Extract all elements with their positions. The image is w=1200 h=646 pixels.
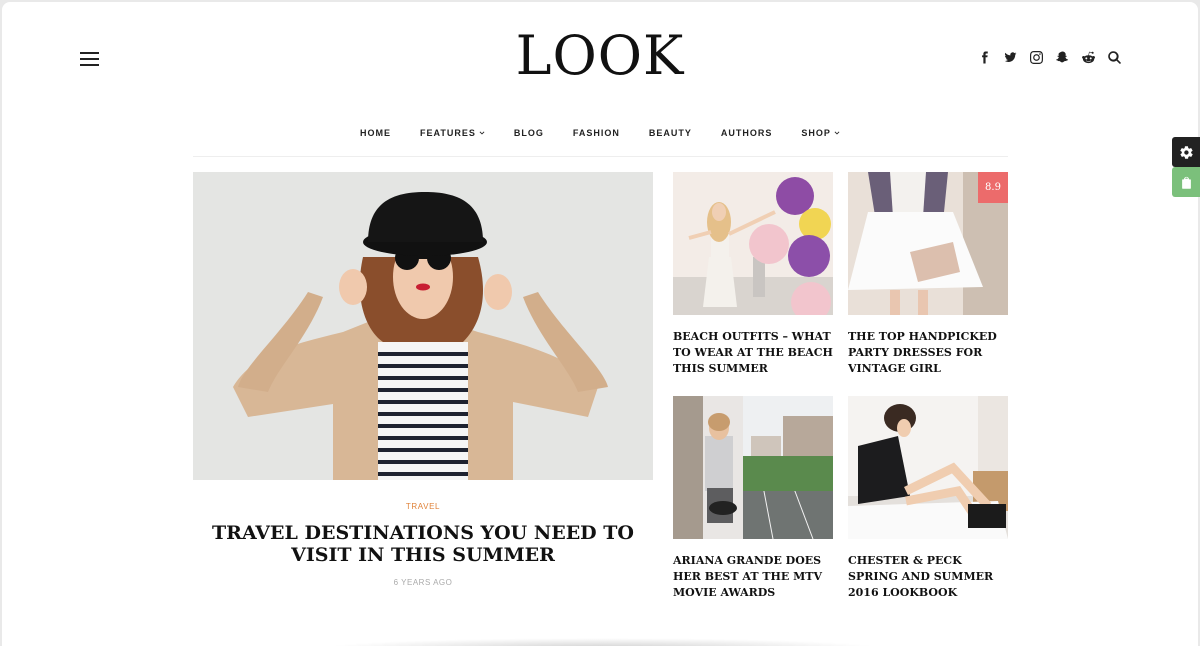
nav-item-label: AUTHORS: [720, 128, 773, 138]
social-icons: [977, 50, 1122, 65]
post-card-image[interactable]: [673, 172, 833, 315]
nav-item-features[interactable]: FEATURES: [406, 128, 500, 138]
nav-divider: [193, 156, 1008, 157]
facebook-icon[interactable]: [977, 50, 992, 65]
nav-item-home[interactable]: HOME: [346, 128, 406, 138]
post-card-image[interactable]: 8.9: [848, 172, 1008, 315]
shopping-bag-icon: [1181, 176, 1191, 189]
twitter-icon[interactable]: [1003, 50, 1018, 65]
main-navigation: HOME FEATURES BLOG FASHION BEAUTY AUTHOR…: [2, 128, 1198, 138]
nav-item-authors[interactable]: AUTHORS: [706, 128, 787, 138]
chevron-down-icon: [834, 131, 840, 135]
nav-item-label: BLOG: [513, 128, 544, 138]
nav-item-label: HOME: [360, 128, 392, 138]
nav-item-label: FASHION: [572, 128, 620, 138]
post-card: CHESTER & PECK SPRING AND SUMMER 2016 LO…: [848, 396, 1008, 601]
post-card-title[interactable]: BEACH OUTFITS – WHAT TO WEAR AT THE BEAC…: [673, 329, 833, 377]
post-card-title[interactable]: CHESTER & PECK SPRING AND SUMMER 2016 LO…: [848, 553, 1008, 601]
nav-item-shop[interactable]: SHOP: [787, 128, 855, 138]
post-card-title[interactable]: ARIANA GRANDE DOES HER BEST AT THE MTV M…: [673, 553, 833, 601]
featured-post-date: 6 YEARS AGO: [393, 578, 453, 587]
nav-item-label: SHOP: [801, 128, 831, 138]
snapchat-icon[interactable]: [1055, 50, 1070, 65]
featured-post-title[interactable]: TRAVEL DESTINATIONS YOU NEED TO VISIT IN…: [193, 522, 653, 566]
chevron-down-icon: [479, 131, 485, 135]
review-score-badge: 8.9: [978, 172, 1008, 203]
shop-button[interactable]: [1172, 167, 1200, 197]
post-card: BEACH OUTFITS – WHAT TO WEAR AT THE BEAC…: [673, 172, 833, 377]
post-card: ARIANA GRANDE DOES HER BEST AT THE MTV M…: [673, 396, 833, 601]
post-card: 8.9 THE TOP HANDPICKED PARTY DRESSES FOR…: [848, 172, 1008, 377]
post-card-image[interactable]: [848, 396, 1008, 539]
page: LOOK HOME FEATURES BLOG FASHION BEAUTY A…: [2, 2, 1198, 646]
bottom-shadow: [322, 638, 882, 646]
gear-icon: [1179, 145, 1193, 159]
settings-button[interactable]: [1172, 137, 1200, 167]
featured-post-category[interactable]: TRAVEL: [193, 502, 653, 511]
post-card-image[interactable]: [673, 396, 833, 539]
nav-item-label: FEATURES: [420, 128, 476, 138]
nav-item-beauty[interactable]: BEAUTY: [634, 128, 706, 138]
nav-item-blog[interactable]: BLOG: [499, 128, 558, 138]
reddit-icon[interactable]: [1081, 50, 1096, 65]
post-card-title[interactable]: THE TOP HANDPICKED PARTY DRESSES FOR VIN…: [848, 329, 1008, 377]
nav-item-fashion[interactable]: FASHION: [558, 128, 634, 138]
featured-post-image[interactable]: [193, 172, 653, 480]
search-icon[interactable]: [1107, 50, 1122, 65]
instagram-icon[interactable]: [1029, 50, 1044, 65]
nav-item-label: BEAUTY: [648, 128, 692, 138]
